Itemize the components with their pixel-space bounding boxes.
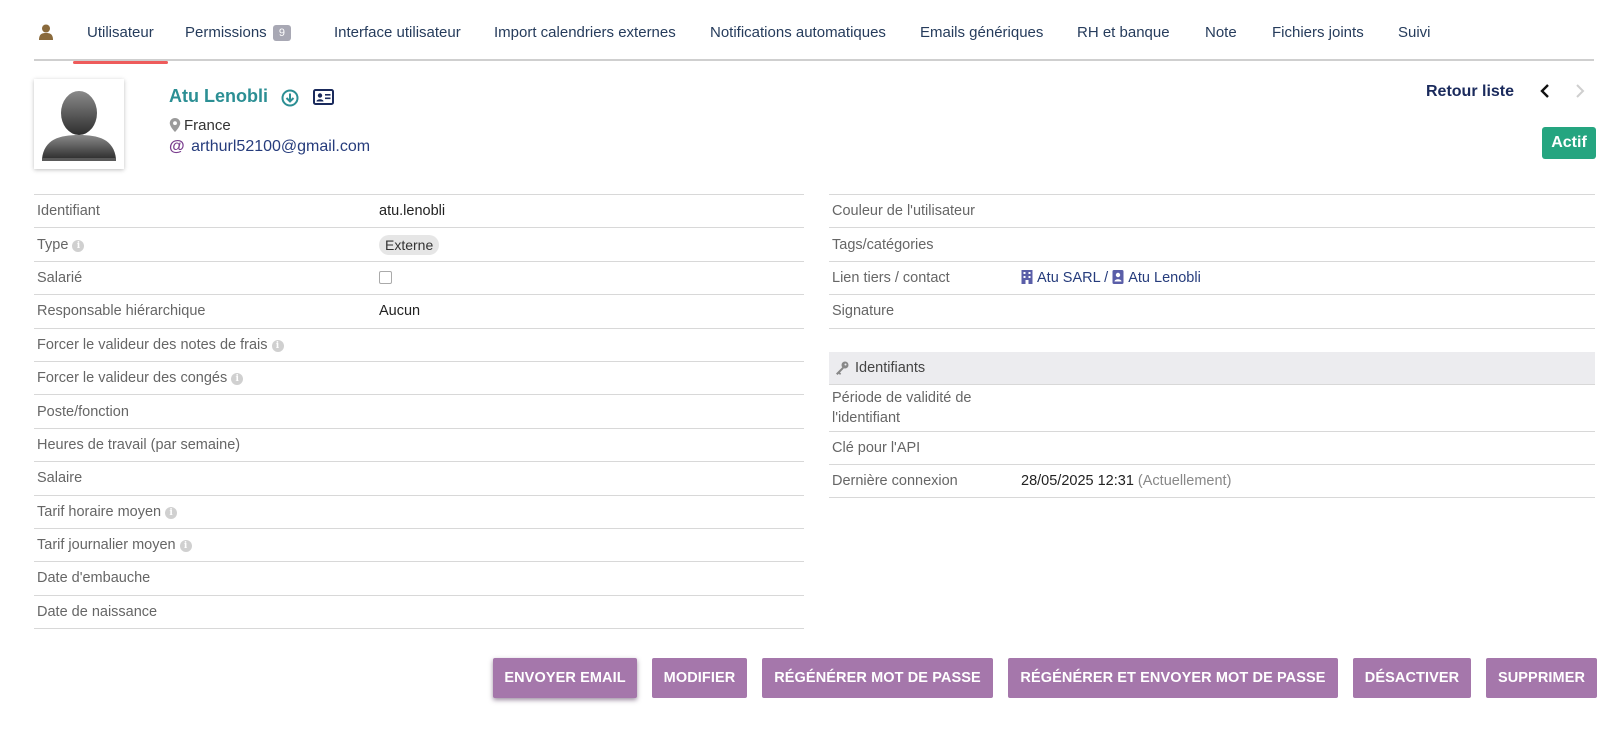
field-row-cle-api: Clé pour l'API: [829, 432, 1595, 465]
regenerate-send-password-button[interactable]: RÉGÉNÉRER ET ENVOYER MOT DE PASSE: [1008, 658, 1338, 698]
tab-interface-utilisateur[interactable]: Interface utilisateur: [334, 24, 461, 61]
delete-button[interactable]: SUPPRIMER: [1486, 658, 1597, 698]
tab-permissions[interactable]: Permissions 9: [185, 24, 291, 61]
contact-link[interactable]: Atu Lenobli: [1112, 269, 1201, 286]
permissions-count-badge: 9: [272, 25, 291, 41]
tab-rh-banque[interactable]: RH et banque: [1077, 24, 1170, 61]
identifiants-section-header: Identifiants: [829, 351, 1595, 385]
user-name: Atu Lenobli: [169, 86, 268, 106]
info-icon[interactable]: i: [165, 506, 178, 519]
user-email[interactable]: @ arthurl52100@gmail.com: [169, 138, 370, 156]
user-fields-right: Couleur de l'utilisateur Tags/catégories…: [829, 194, 1595, 499]
chevron-left-icon[interactable]: [1538, 83, 1552, 99]
field-row-salarie: Salarié: [34, 262, 804, 296]
regenerate-password-button[interactable]: RÉGÉNÉRER MOT DE PASSE: [762, 658, 993, 698]
field-row-signature: Signature: [829, 295, 1595, 329]
field-row-tags: Tags/catégories: [829, 228, 1595, 262]
tab-emails-generiques[interactable]: Emails génériques: [920, 24, 1043, 61]
contact-card-icon: [1112, 269, 1124, 284]
field-row-derniere-connexion: Dernière connexion 28/05/2025 12:31 (Act…: [829, 465, 1595, 499]
field-row-lien-tiers: Lien tiers / contact Atu SARL / Atu Leno…: [829, 262, 1595, 296]
info-icon[interactable]: i: [179, 540, 192, 553]
status-badge: Actif: [1542, 127, 1596, 159]
field-row-date-embauche: Date d'embauche: [34, 562, 804, 596]
modify-button[interactable]: MODIFIER: [652, 658, 747, 698]
login-value: atu.lenobli: [379, 203, 446, 220]
avatar: [34, 79, 124, 169]
building-icon: [1021, 269, 1033, 284]
field-row-tarif-journalier: Tarif journalier moyen i: [34, 529, 804, 563]
tab-utilisateur[interactable]: Utilisateur: [73, 24, 168, 64]
map-pin-icon: [169, 118, 181, 132]
field-row-heures: Heures de travail (par semaine): [34, 429, 804, 463]
download-icon[interactable]: [281, 89, 299, 107]
tab-note[interactable]: Note: [1205, 24, 1237, 61]
tab-suivi[interactable]: Suivi: [1398, 24, 1431, 61]
field-row-periode-validite: Période de validité de l'identifiant: [829, 385, 1595, 432]
info-icon[interactable]: i: [271, 339, 284, 352]
last-login-note: (Actuellement): [1137, 473, 1232, 490]
field-row-valideur-conges: Forcer le valideur des congés i: [34, 362, 804, 396]
tab-fichiers-joints[interactable]: Fichiers joints: [1272, 24, 1364, 61]
last-login-value: 28/05/2025 12:31: [1021, 473, 1134, 490]
field-row-valideur-notes: Forcer le valideur des notes de frais i: [34, 329, 804, 362]
field-row-poste: Poste/fonction: [34, 395, 804, 429]
at-icon: @: [169, 138, 185, 155]
field-row-salaire: Salaire: [34, 462, 804, 496]
user-icon[interactable]: [39, 24, 53, 40]
send-email-button[interactable]: ENVOYER EMAIL: [493, 658, 637, 698]
tab-bar: Utilisateur Permissions 9 Interface util…: [34, 0, 1594, 64]
vcard-icon[interactable]: [313, 89, 334, 105]
company-link[interactable]: Atu SARL: [1021, 269, 1104, 286]
field-row-responsable: Responsable hiérarchique Aucun: [34, 295, 804, 329]
info-icon[interactable]: i: [72, 239, 85, 252]
chevron-right-icon[interactable]: [1573, 83, 1587, 99]
tab-notifications[interactable]: Notifications automatiques: [710, 24, 886, 61]
key-icon: [836, 361, 849, 375]
employee-checkbox[interactable]: [379, 271, 392, 285]
user-country: France: [169, 117, 231, 134]
info-icon[interactable]: i: [231, 373, 244, 386]
supervisor-value: Aucun: [379, 303, 421, 320]
field-row-type: Type i Externe: [34, 228, 804, 262]
type-badge: Externe: [379, 234, 440, 255]
back-to-list-link[interactable]: Retour liste: [1426, 83, 1514, 101]
default-avatar-icon: [42, 91, 116, 161]
deactivate-button[interactable]: DÉSACTIVER: [1353, 658, 1471, 698]
field-row-tarif-horaire: Tarif horaire moyen i: [34, 496, 804, 529]
field-row-identifiant: Identifiant atu.lenobli: [34, 195, 804, 229]
tab-import-calendriers[interactable]: Import calendriers externes: [494, 24, 676, 61]
field-row-date-naissance: Date de naissance: [34, 596, 804, 630]
field-row-couleur: Couleur de l'utilisateur: [829, 195, 1595, 229]
user-fields-left: Identifiant atu.lenobli Type i Externe Sa…: [34, 194, 804, 630]
